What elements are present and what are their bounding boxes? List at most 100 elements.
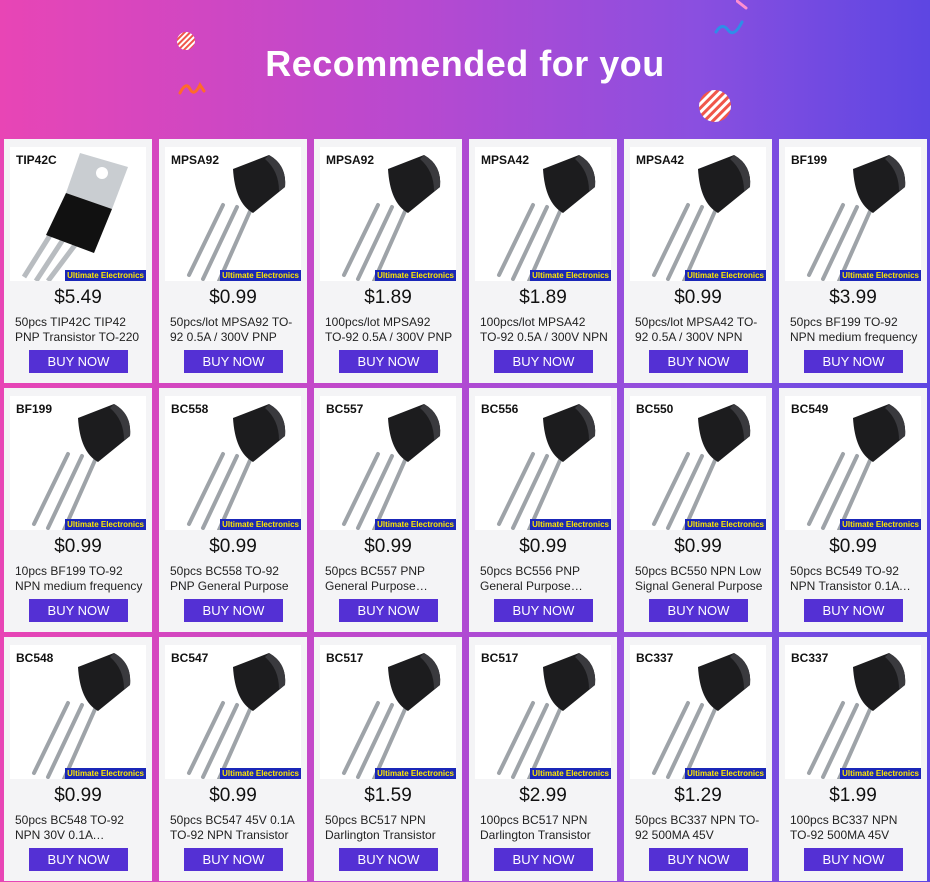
buy-now-button[interactable]: BUY NOW [804,599,903,622]
product-image[interactable]: BC547 Ultimate Electronics [165,645,301,779]
buy-now-button[interactable]: BUY NOW [184,599,283,622]
buy-now-button[interactable]: BUY NOW [184,350,283,373]
product-card[interactable]: BC517 Ultimate Electronics $2.99 100pcs BC5… [469,637,617,881]
buy-now-button[interactable]: BUY NOW [339,848,438,871]
product-card[interactable]: BC549 Ultimate Electronics $0.99 50pcs BC54… [779,388,927,632]
buy-now-button[interactable]: BUY NOW [29,848,128,871]
product-title[interactable]: 50pcs BC547 45V 0.1A TO-92 NPN Transisto… [170,813,298,843]
product-title[interactable]: 50pcs BC557 PNP General Purpose Transist… [325,564,453,594]
product-image[interactable]: BC548 Ultimate Electronics [10,645,146,779]
product-card[interactable]: BF199 Ultimate Electronics $3.99 50pcs BF19… [779,139,927,383]
product-price: $0.99 [54,785,102,806]
product-card[interactable]: BC517 Ultimate Electronics $1.59 50pcs BC51… [314,637,462,881]
buy-now-button[interactable]: BUY NOW [649,848,748,871]
brand-watermark: Ultimate Electronics [685,519,766,530]
product-title[interactable]: 100pcs/lot MPSA92 TO-92 0.5A / 300V PNP [325,315,453,345]
page-title: Recommended for you [265,43,665,84]
transistor-photo [342,155,441,281]
brand-watermark: Ultimate Electronics [65,768,146,779]
product-image[interactable]: BC558 Ultimate Electronics [165,396,301,530]
buy-now-button[interactable]: BUY NOW [649,599,748,622]
buy-now-button[interactable]: BUY NOW [494,350,593,373]
product-image[interactable]: TIP42C Ultimate Electronics [10,147,146,281]
buy-now-button[interactable]: BUY NOW [649,350,748,373]
product-image[interactable]: BC550 Ultimate Electronics [630,396,766,530]
transistor-photo [652,155,751,281]
transistor-photo [497,653,596,779]
product-title[interactable]: 50pcs BF199 TO-92 NPN medium frequency [790,315,918,345]
product-image[interactable]: BF199 Ultimate Electronics [10,396,146,530]
product-image[interactable]: MPSA92 Ultimate Electronics [320,147,456,281]
buy-now-button[interactable]: BUY NOW [29,350,128,373]
product-image[interactable]: BC557 Ultimate Electronics [320,396,456,530]
buy-now-button[interactable]: BUY NOW [339,599,438,622]
brand-watermark: Ultimate Electronics [220,519,301,530]
model-label: BC517 [326,651,364,665]
product-image[interactable]: BC549 Ultimate Electronics [785,396,921,530]
buy-now-button[interactable]: BUY NOW [29,599,128,622]
product-image[interactable]: MPSA42 Ultimate Electronics [475,147,611,281]
product-card[interactable]: MPSA92 Ultimate Electronics $0.99 50pcs/lot… [159,139,307,383]
product-title[interactable]: 50pcs/lot MPSA92 TO-92 0.5A / 300V PNP [170,315,298,345]
transistor-photo [32,653,131,779]
buy-now-button[interactable]: BUY NOW [804,848,903,871]
product-card[interactable]: MPSA92 Ultimate Electronics $1.89 100pcs/lo… [314,139,462,383]
model-label: BC548 [16,651,54,665]
brand-watermark: Ultimate Electronics [840,270,921,281]
product-title[interactable]: 50pcs BC548 TO-92 NPN 30V 0.1A Transisto… [15,813,143,843]
product-card[interactable]: TIP42C Ultimate Electronics $5.49 50pcs TIP… [4,139,152,383]
model-label: BC549 [791,402,829,416]
product-image[interactable]: MPSA42 Ultimate Electronics [630,147,766,281]
product-title[interactable]: 50pcs TIP42C TIP42 PNP Transistor TO-220 [15,315,143,345]
buy-now-button[interactable]: BUY NOW [804,350,903,373]
model-label: BC557 [326,402,364,416]
product-image[interactable]: BC337 Ultimate Electronics [630,645,766,779]
product-image[interactable]: BC337 Ultimate Electronics [785,645,921,779]
product-card[interactable]: BC337 Ultimate Electronics $1.29 50pcs BC33… [624,637,772,881]
model-label: BF199 [791,153,828,167]
transistor-photo [652,404,751,530]
product-title[interactable]: 100pcs/lot MPSA42 TO-92 0.5A / 300V NPN [480,315,608,345]
product-card[interactable]: BC547 Ultimate Electronics $0.99 50pcs BC54… [159,637,307,881]
product-title[interactable]: 50pcs BC556 PNP General Purpose Transist… [480,564,608,594]
product-image[interactable]: BC517 Ultimate Electronics [320,645,456,779]
transistor-photo [497,155,596,281]
product-title[interactable]: 100pcs BC337 NPN TO-92 500MA 45V [790,813,918,843]
transistor-photo [187,155,286,281]
buy-now-button[interactable]: BUY NOW [494,599,593,622]
product-title[interactable]: 50pcs/lot MPSA42 TO-92 0.5A / 300V NPN [635,315,763,345]
brand-watermark: Ultimate Electronics [375,519,456,530]
product-title[interactable]: 10pcs BF199 TO-92 NPN medium frequency [15,564,143,594]
buy-now-button[interactable]: BUY NOW [339,350,438,373]
product-card[interactable]: BF199 Ultimate Electronics $0.99 10pcs BF19… [4,388,152,632]
product-image[interactable]: BC517 Ultimate Electronics [475,645,611,779]
product-image[interactable]: BC556 Ultimate Electronics [475,396,611,530]
product-title[interactable]: 50pcs BC337 NPN TO-92 500MA 45V [635,813,763,843]
brand-watermark: Ultimate Electronics [220,270,301,281]
product-card[interactable]: BC557 Ultimate Electronics $0.99 50pcs BC55… [314,388,462,632]
product-image[interactable]: MPSA92 Ultimate Electronics [165,147,301,281]
product-card[interactable]: MPSA42 Ultimate Electronics $0.99 50pcs/lot… [624,139,772,383]
product-title[interactable]: 50pcs BC558 TO-92 PNP General Purpose [170,564,298,594]
transistor-photo [497,404,596,530]
product-title[interactable]: 50pcs BC517 NPN Darlington Transistor [325,813,453,843]
product-card[interactable]: BC556 Ultimate Electronics $0.99 50pcs BC55… [469,388,617,632]
buy-now-button[interactable]: BUY NOW [494,848,593,871]
header-banner: Recommended for you [0,0,930,135]
product-title[interactable]: 50pcs BC549 TO-92 NPN Transistor 0.1A 30… [790,564,918,594]
model-label: BF199 [16,402,53,416]
product-price: $0.99 [364,536,412,557]
brand-watermark: Ultimate Electronics [65,519,146,530]
product-price: $1.89 [364,287,412,308]
product-card[interactable]: BC337 Ultimate Electronics $1.99 100pcs BC3… [779,637,927,881]
product-card[interactable]: BC558 Ultimate Electronics $0.99 50pcs BC55… [159,388,307,632]
brand-watermark: Ultimate Electronics [685,270,766,281]
buy-now-button[interactable]: BUY NOW [184,848,283,871]
product-card[interactable]: MPSA42 Ultimate Electronics $1.89 100pcs/lo… [469,139,617,383]
product-card[interactable]: BC548 Ultimate Electronics $0.99 50pcs BC54… [4,637,152,881]
product-card[interactable]: BC550 Ultimate Electronics $0.99 50pcs BC55… [624,388,772,632]
product-title[interactable]: 50pcs BC550 NPN Low Signal General Purpo… [635,564,763,594]
brand-watermark: Ultimate Electronics [530,768,611,779]
product-title[interactable]: 100pcs BC517 NPN Darlington Transistor [480,813,608,843]
product-image[interactable]: BF199 Ultimate Electronics [785,147,921,281]
